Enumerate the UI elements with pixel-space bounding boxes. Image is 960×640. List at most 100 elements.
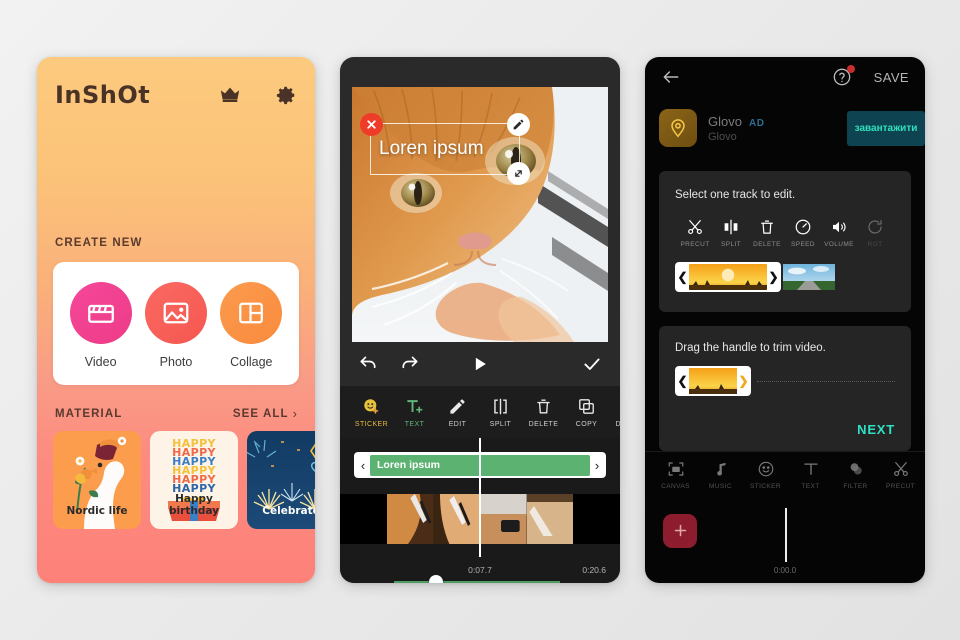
clip-left-handle[interactable]: ‹ xyxy=(356,458,370,473)
tool-duplicate[interactable]: DUPLIC xyxy=(608,397,620,428)
material-card-celebrate[interactable]: Celebrate xyxy=(247,431,315,529)
image-icon xyxy=(144,282,207,344)
tool-text[interactable]: TEXT xyxy=(393,397,436,428)
btool-music[interactable]: MUSIC xyxy=(698,460,743,490)
tool-split[interactable]: SPLIT xyxy=(479,397,522,428)
btool-sticker[interactable]: STICKER xyxy=(743,460,788,490)
playhead[interactable] xyxy=(479,438,481,557)
add-clip-button[interactable] xyxy=(663,513,697,548)
next-button[interactable]: NEXT xyxy=(675,422,895,437)
trim-row[interactable]: ❮ ❯ xyxy=(675,366,895,397)
undo-icon[interactable] xyxy=(358,354,378,374)
editor-timeline[interactable]: ‹ Loren ipsum › 0:07.7 0:20.6 xyxy=(340,438,620,583)
help-button[interactable] xyxy=(832,65,855,87)
track-row[interactable]: ❮ ❯ xyxy=(675,262,895,293)
back-arrow-icon[interactable] xyxy=(661,67,681,87)
ttool-split[interactable]: SPLIT xyxy=(713,218,749,248)
ad-subtitle: Glovo xyxy=(708,130,737,143)
tool-delete[interactable]: DELETE xyxy=(522,397,565,428)
resize-icon[interactable] xyxy=(507,162,530,185)
tool-label: TEXT xyxy=(404,420,425,428)
clip-right-handle[interactable]: › xyxy=(590,458,604,473)
tool-label: DUPLIC xyxy=(615,420,620,428)
ad-title-row: Glovo AD xyxy=(708,114,764,129)
check-icon[interactable] xyxy=(582,354,602,374)
create-item-photo[interactable]: Photo xyxy=(138,282,213,369)
ttool-label: SPLIT xyxy=(720,241,742,249)
track-right-handle[interactable]: ❯ xyxy=(767,270,780,284)
btool-canvas[interactable]: CANVAS xyxy=(653,460,698,490)
material-card-title: Celebrate xyxy=(262,505,315,517)
gear-icon[interactable] xyxy=(275,84,297,106)
tutorial-step-1-text: Select one track to edit. xyxy=(675,189,796,202)
current-time: 0:07.7 xyxy=(468,565,492,575)
tool-sticker[interactable]: STICKER xyxy=(350,397,393,428)
bottom-timeline[interactable]: 0:00.0 xyxy=(645,498,925,583)
ttool-label: DELETE xyxy=(753,241,781,249)
canvas-icon xyxy=(667,460,685,478)
see-all-button[interactable]: SEE ALL › xyxy=(233,407,297,420)
trim-knob[interactable] xyxy=(429,575,443,583)
trim-right-handle[interactable]: ❯ xyxy=(737,374,750,388)
redo-icon[interactable] xyxy=(400,354,420,374)
ad-texts: Glovo AD Glovo xyxy=(708,114,764,143)
text-overlay-box[interactable]: Loren ipsum xyxy=(360,113,530,185)
ttool-label: ROT xyxy=(867,241,883,249)
music-note-icon xyxy=(712,460,730,478)
tool-edit[interactable]: EDIT xyxy=(436,397,479,428)
tool-label: STICKER xyxy=(354,420,389,428)
tool-label: SPLIT xyxy=(489,420,512,428)
tutorial-step-1: Select one track to edit. PRECUT SPLIT D… xyxy=(659,171,911,313)
ttool-delete[interactable]: DELETE xyxy=(749,218,785,248)
ttool-rotate[interactable]: ROT xyxy=(857,218,893,248)
pencil-icon[interactable] xyxy=(507,113,530,136)
tool-copy[interactable]: COPY xyxy=(565,397,608,428)
timeline-thumbnail xyxy=(433,494,481,544)
ad-banner[interactable]: Glovo AD Glovo завантажити xyxy=(645,98,925,159)
material-card-title: Happy birthday xyxy=(169,493,219,517)
btool-text[interactable]: TEXT xyxy=(788,460,833,490)
ttool-label: PRECUT xyxy=(680,241,710,249)
ad-cta-button[interactable]: завантажити xyxy=(847,110,925,146)
video-preview[interactable]: Loren ipsum xyxy=(352,87,608,342)
create-item-video[interactable]: Video xyxy=(63,282,138,369)
ttool-label: VOLUME xyxy=(824,241,854,249)
timeline-thumbnail xyxy=(386,494,434,544)
save-button[interactable]: SAVE xyxy=(874,70,909,85)
btool-label: PRECUT xyxy=(885,482,916,490)
create-item-collage[interactable]: Collage xyxy=(214,282,289,369)
btool-precut[interactable]: PRECUT xyxy=(878,460,923,490)
create-item-label: Video xyxy=(84,355,117,369)
scissors-icon xyxy=(686,218,704,236)
total-time: 0:20.6 xyxy=(582,565,606,575)
ttool-speed[interactable]: SPEED xyxy=(785,218,821,248)
ttool-precut[interactable]: PRECUT xyxy=(677,218,713,248)
play-icon[interactable] xyxy=(470,354,490,374)
btool-filter[interactable]: FILTER xyxy=(833,460,878,490)
btool-label: FILTER xyxy=(843,482,868,490)
material-card-nordic-life[interactable]: Nordic life xyxy=(53,431,141,529)
trim-selection[interactable]: ❮ ❯ xyxy=(675,366,751,397)
clapperboard-icon xyxy=(69,282,132,344)
crown-icon[interactable] xyxy=(219,84,241,106)
btool-label: MUSIC xyxy=(709,482,732,490)
trim-left-handle[interactable]: ❮ xyxy=(676,374,689,388)
playhead[interactable] xyxy=(785,507,787,562)
split-icon xyxy=(491,397,510,416)
tutorial-step-2: Drag the handle to trim video. ❮ ❯ NEXT xyxy=(659,326,911,452)
phone-panel-tutorial: SAVE Glovo AD Glovo завантажити Select o… xyxy=(645,57,925,583)
material-card-happy-birthday[interactable]: HAPPY HAPPY HAPPY HAPPY HAPPY HAPPY Happ… xyxy=(150,431,238,529)
material-label: MATERIAL xyxy=(55,407,123,420)
timeline-thumbnail xyxy=(526,494,574,544)
collage-icon xyxy=(220,282,283,344)
close-icon[interactable] xyxy=(360,113,383,136)
volume-icon xyxy=(830,218,848,236)
text-add-icon xyxy=(405,397,424,416)
track-left-handle[interactable]: ❮ xyxy=(676,270,689,284)
track-thumbnail-road[interactable] xyxy=(783,264,835,291)
timeline-thumbnail xyxy=(340,494,387,544)
notification-dot xyxy=(846,65,855,74)
split-icon xyxy=(722,218,740,236)
track-selection[interactable]: ❮ ❯ xyxy=(675,262,781,293)
ttool-volume[interactable]: VOLUME xyxy=(821,218,857,248)
